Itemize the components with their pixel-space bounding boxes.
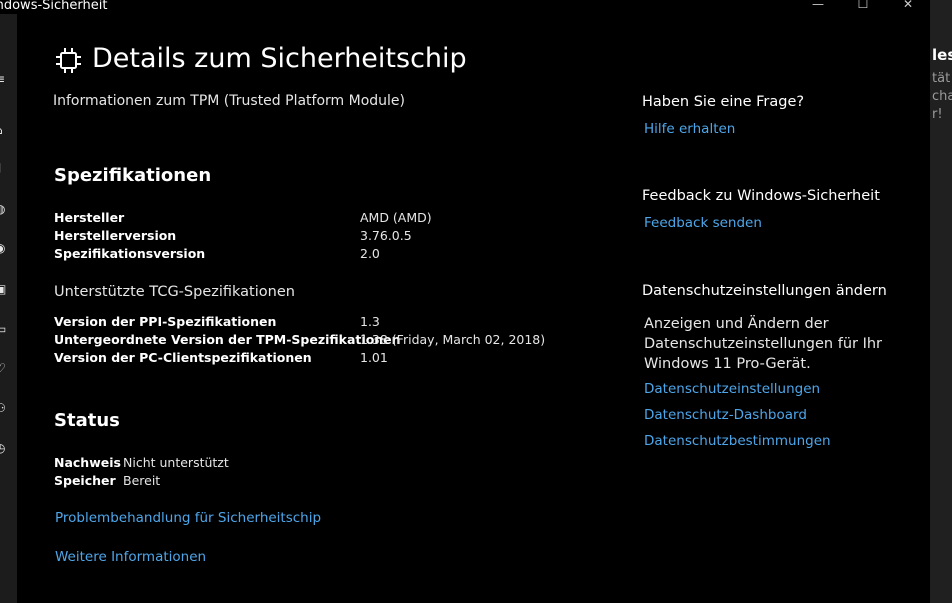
home-icon[interactable]: ⌂ (0, 124, 7, 136)
tcg-value: 1.3 (360, 314, 380, 329)
troubleshoot-link[interactable]: Problembehandlung für Sicherheitschip (55, 510, 321, 526)
page-title: Details zum Sicherheitschip (92, 43, 467, 74)
family-icon[interactable]: ⚇ (0, 402, 7, 414)
edge-text: r! (932, 107, 943, 122)
status-value: Nicht unterstützt (123, 455, 229, 470)
help-link[interactable]: Hilfe erhalten (644, 121, 735, 137)
spec-value: AMD (AMD) (360, 210, 432, 225)
edge-text: tät (932, 71, 951, 86)
tcg-label: Untergeordnete Version der TPM-Spezifika… (54, 332, 401, 347)
navigation-pane: ‹ ≡ ⌂ ◖ ◍ ◉ ▣ ▭ ♡ ⚇ ◷ (0, 14, 17, 603)
spec-label: Herstellerversion (54, 228, 177, 243)
app-browser-icon[interactable]: ▣ (0, 283, 7, 295)
window-title: indows-Sicherheit (0, 0, 108, 13)
title-bar: indows-Sicherheit — ☐ ✕ (0, 0, 930, 14)
performance-icon[interactable]: ♡ (0, 362, 7, 374)
question-heading: Haben Sie eine Frage? (642, 94, 805, 110)
close-button[interactable]: ✕ (893, 0, 923, 12)
spec-value: 2.0 (360, 246, 380, 261)
feedback-heading: Feedback zu Windows-Sicherheit (642, 188, 880, 204)
tcg-value: 1.38 (Friday, March 02, 2018) (360, 332, 546, 347)
privacy-text-line: Windows 11 Pro-Gerät. (644, 356, 811, 372)
status-label: Speicher (54, 473, 116, 488)
minimize-button[interactable]: — (803, 0, 833, 12)
edge-text: les (932, 46, 952, 64)
more-info-link[interactable]: Weitere Informationen (55, 549, 206, 565)
privacy-text-line: Anzeigen und Ändern der (644, 316, 829, 332)
background-window-edge: les tät cha r! (930, 0, 952, 603)
shield-icon[interactable]: ◖ (0, 161, 7, 173)
account-icon[interactable]: ◍ (0, 203, 7, 215)
menu-icon[interactable]: ≡ (0, 73, 7, 85)
status-heading: Status (54, 410, 120, 431)
back-icon[interactable]: ‹ (0, 34, 7, 46)
spec-label: Hersteller (54, 210, 125, 225)
privacy-heading: Datenschutzeinstellungen ändern (642, 283, 887, 299)
chip-icon (56, 48, 81, 73)
status-label: Nachweis (54, 455, 121, 470)
spec-label: Spezifikationsversion (54, 246, 206, 261)
status-value: Bereit (123, 473, 161, 488)
tcg-label: Version der PC-Clientspezifikationen (54, 350, 312, 365)
firewall-icon[interactable]: ◉ (0, 242, 7, 254)
tcg-label: Version der PPI-Spezifikationen (54, 314, 277, 329)
device-security-icon[interactable]: ▭ (0, 323, 7, 335)
feedback-link[interactable]: Feedback senden (644, 215, 762, 231)
tcg-heading: Unterstützte TCG-Spezifikationen (54, 284, 295, 300)
specs-heading: Spezifikationen (54, 165, 212, 186)
maximize-button[interactable]: ☐ (848, 0, 878, 12)
privacy-settings-link[interactable]: Datenschutzeinstellungen (644, 381, 820, 397)
edge-text: cha (932, 89, 952, 104)
privacy-text-line: Datenschutzeinstellungen für Ihr (644, 336, 883, 352)
spec-value: 3.76.0.5 (360, 228, 412, 243)
privacy-dashboard-link[interactable]: Datenschutz-Dashboard (644, 407, 807, 423)
history-icon[interactable]: ◷ (0, 442, 7, 454)
privacy-statement-link[interactable]: Datenschutzbestimmungen (644, 433, 831, 449)
page-subtitle: Informationen zum TPM (Trusted Platform … (53, 93, 405, 109)
tcg-value: 1.01 (360, 350, 388, 365)
